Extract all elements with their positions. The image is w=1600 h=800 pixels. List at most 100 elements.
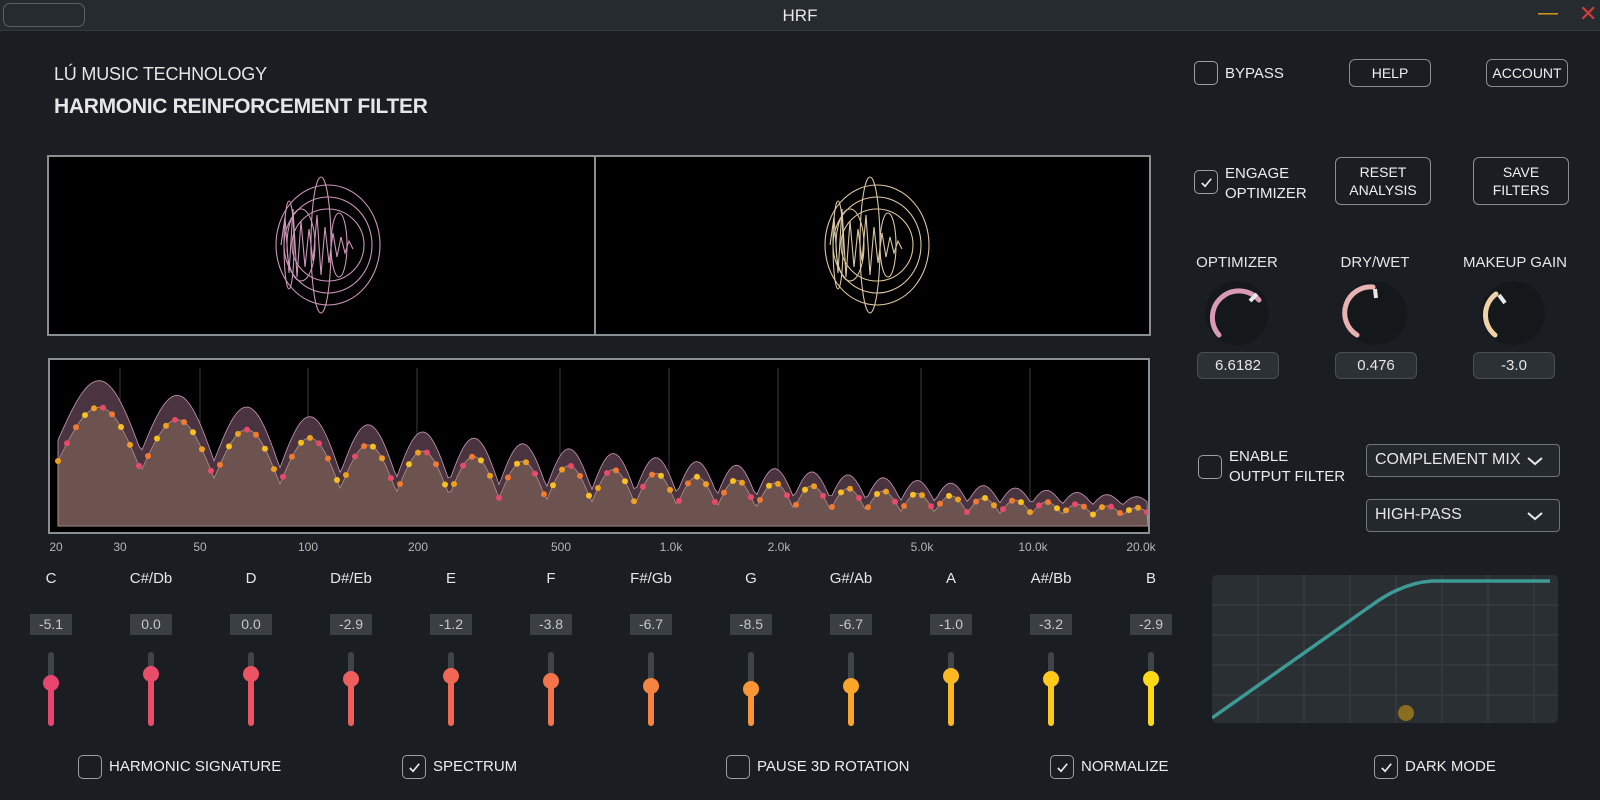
mix-mode-select[interactable]: COMPLEMENT MIX xyxy=(1366,444,1560,477)
save-filters-button[interactable]: SAVE FILTERS xyxy=(1473,157,1569,205)
note-gain-slider[interactable] xyxy=(143,652,159,726)
window-title: HRF xyxy=(782,6,818,25)
note-gain-value[interactable]: -2.9 xyxy=(1130,614,1172,635)
slider-thumb[interactable] xyxy=(543,672,559,689)
note-name: A xyxy=(945,570,956,587)
slider-thumb[interactable] xyxy=(743,681,759,697)
note-gain-value[interactable]: -2.9 xyxy=(330,614,372,635)
freq-label: 100 xyxy=(297,540,319,554)
note-gain-slider[interactable] xyxy=(443,652,459,726)
note-name: A#/Bb xyxy=(1030,570,1072,587)
close-icon[interactable]: ✕ xyxy=(1579,1,1597,27)
spectrum-analyzer xyxy=(48,358,1150,534)
chevron-down-icon xyxy=(1527,512,1543,521)
checkmark-icon xyxy=(408,762,420,773)
note-gain-value[interactable]: -5.1 xyxy=(30,614,72,635)
normalize-checkbox[interactable] xyxy=(1050,755,1074,779)
spectrum-checkbox[interactable] xyxy=(402,755,426,779)
slider-thumb[interactable] xyxy=(1043,671,1059,688)
filter-response-graph[interactable] xyxy=(1212,575,1558,723)
note-gain-slider[interactable] xyxy=(643,652,659,726)
note-gain-slider[interactable] xyxy=(343,652,359,726)
reset-analysis-button[interactable]: RESET ANALYSIS xyxy=(1335,157,1431,205)
slider-thumb[interactable] xyxy=(943,668,959,685)
freq-label: 10.0k xyxy=(1018,540,1048,554)
title-bar: HRF — ✕ xyxy=(0,0,1600,31)
engage-optimizer-label: ENGAGE OPTIMIZER xyxy=(1225,165,1307,202)
note-gain-value[interactable]: -6.7 xyxy=(830,614,872,635)
dark-mode-checkbox[interactable] xyxy=(1374,755,1398,779)
note-gain-slider[interactable] xyxy=(1043,652,1059,726)
optimizer-knob-label: OPTIMIZER xyxy=(1196,254,1278,271)
freq-label: 500 xyxy=(550,540,572,554)
freq-label: 1.0k xyxy=(659,540,683,554)
note-gain-value[interactable]: 0.0 xyxy=(130,614,172,635)
slider-thumb[interactable] xyxy=(1143,670,1159,687)
note-gain-value[interactable]: -8.5 xyxy=(730,614,772,635)
bypass-label: BYPASS xyxy=(1225,65,1284,82)
note-gain-value[interactable]: -3.8 xyxy=(530,614,572,635)
harmonic-scope-left xyxy=(47,155,596,336)
dry-wet-value[interactable]: 0.476 xyxy=(1335,352,1417,379)
product-title: HARMONIC REINFORCEMENT FILTER xyxy=(54,95,428,118)
note-name: G#/Ab xyxy=(829,570,873,587)
help-button[interactable]: HELP xyxy=(1349,59,1431,87)
note-gain-value[interactable]: 0.0 xyxy=(230,614,272,635)
note-gain-slider[interactable] xyxy=(543,652,559,726)
spectrum-label: SPECTRUM xyxy=(433,758,518,775)
checkmark-icon xyxy=(1056,762,1068,773)
note-name: D#/Eb xyxy=(330,570,372,587)
makeup-gain-value[interactable]: -3.0 xyxy=(1473,352,1555,379)
enable-output-filter-checkbox[interactable] xyxy=(1198,455,1222,479)
slider-thumb[interactable] xyxy=(143,666,159,683)
freq-label: 30 xyxy=(113,540,127,554)
note-gain-slider[interactable] xyxy=(43,652,59,726)
minimize-icon[interactable]: — xyxy=(1538,2,1558,25)
slider-thumb[interactable] xyxy=(843,678,859,695)
freq-label: 5.0k xyxy=(910,540,934,554)
slider-thumb[interactable] xyxy=(43,675,59,692)
freq-label: 200 xyxy=(407,540,429,554)
filter-type-value: HIGH-PASS xyxy=(1375,506,1462,523)
note-name: C#/Db xyxy=(129,570,173,587)
note-name: B xyxy=(1145,570,1156,587)
optimizer-value[interactable]: 6.6182 xyxy=(1197,352,1279,379)
makeup-gain-knob[interactable] xyxy=(1478,278,1548,348)
checkmark-icon xyxy=(1200,177,1212,188)
normalize-label: NORMALIZE xyxy=(1081,758,1169,775)
slider-thumb[interactable] xyxy=(243,666,259,683)
filter-type-select[interactable]: HIGH-PASS xyxy=(1366,499,1560,532)
freq-label: 2.0k xyxy=(767,540,791,554)
filter-cutoff-handle xyxy=(1398,705,1414,721)
note-gain-slider[interactable] xyxy=(843,652,859,726)
optimizer-knob[interactable] xyxy=(1202,278,1272,348)
note-name: F xyxy=(546,570,556,587)
pause-3d-rotation-label: PAUSE 3D ROTATION xyxy=(757,758,910,775)
note-gain-value[interactable]: -3.2 xyxy=(1030,614,1072,635)
note-gain-value[interactable]: -6.7 xyxy=(630,614,672,635)
enable-output-filter-label: ENABLE OUTPUT FILTER xyxy=(1229,448,1346,485)
dry-wet-knob-label: DRY/WET xyxy=(1340,254,1410,271)
dry-wet-knob[interactable] xyxy=(1340,278,1410,348)
note-gain-slider[interactable] xyxy=(943,652,959,726)
engage-optimizer-checkbox[interactable] xyxy=(1194,170,1218,194)
note-gain-value[interactable]: -1.2 xyxy=(430,614,472,635)
chevron-down-icon xyxy=(1527,457,1543,466)
note-gain-slider[interactable] xyxy=(243,652,259,726)
slider-thumb[interactable] xyxy=(343,670,359,687)
note-name: F#/Gb xyxy=(630,570,672,587)
slider-thumb[interactable] xyxy=(443,668,459,685)
bypass-checkbox[interactable] xyxy=(1194,61,1218,85)
slider-thumb[interactable] xyxy=(643,678,659,695)
note-gain-value[interactable]: -1.0 xyxy=(930,614,972,635)
harmonic-scope-right xyxy=(594,155,1151,336)
pause-3d-rotation-checkbox[interactable] xyxy=(726,755,750,779)
note-gain-slider[interactable] xyxy=(1143,652,1159,726)
account-button[interactable]: ACCOUNT xyxy=(1486,59,1568,87)
dark-mode-label: DARK MODE xyxy=(1405,758,1496,775)
harmonic-signature-label: HARMONIC SIGNATURE xyxy=(109,758,282,775)
note-gain-slider[interactable] xyxy=(743,652,759,726)
mix-mode-value: COMPLEMENT MIX xyxy=(1375,451,1521,468)
checkmark-icon xyxy=(1380,762,1392,773)
harmonic-signature-checkbox[interactable] xyxy=(78,755,102,779)
